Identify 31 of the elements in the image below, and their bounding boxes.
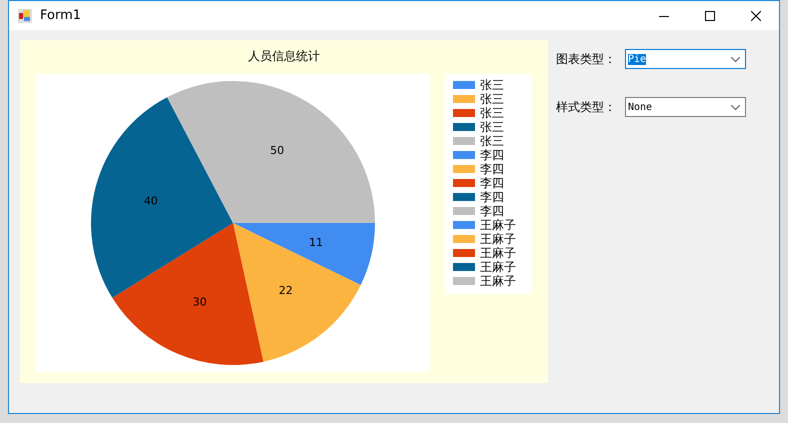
legend-label: 张三 xyxy=(480,134,504,148)
legend-label: 张三 xyxy=(480,106,504,120)
chevron-icon xyxy=(731,56,740,62)
legend-label: 李四 xyxy=(480,190,504,204)
dropdown[interactable]: None xyxy=(625,97,746,117)
legend-label: 李四 xyxy=(480,162,504,176)
legend-label: 李四 xyxy=(480,148,504,162)
legend-label: 李四 xyxy=(480,176,504,190)
chart-title: 人员信息统计 xyxy=(247,48,321,65)
field-label: 样式类型： xyxy=(556,98,617,116)
slice-label: 22 xyxy=(278,284,293,297)
slice-label: 30 xyxy=(192,295,207,308)
legend-label: 张三 xyxy=(480,120,504,134)
legend-label: 张三 xyxy=(480,78,504,92)
slice-label: 40 xyxy=(144,194,158,208)
maximize-icon xyxy=(705,10,715,20)
legend-label: 王麻子 xyxy=(480,232,516,246)
window-title: Form1 xyxy=(40,8,82,23)
legend-label: 王麻子 xyxy=(480,218,516,232)
legend-label: 王麻子 xyxy=(480,274,516,288)
dropdown[interactable]: Pie xyxy=(625,49,746,69)
legend-label: 张三 xyxy=(480,92,504,106)
legend-label: 王麻子 xyxy=(480,246,516,260)
close-icon xyxy=(751,10,761,20)
field-label: 图表类型： xyxy=(556,50,617,68)
slice-label: 50 xyxy=(270,144,284,158)
slice-label: 11 xyxy=(309,236,324,250)
legend-label: 王麻子 xyxy=(480,260,516,274)
chevron-icon xyxy=(731,104,740,110)
form-icon xyxy=(18,8,32,22)
legend-label: 李四 xyxy=(480,204,504,218)
